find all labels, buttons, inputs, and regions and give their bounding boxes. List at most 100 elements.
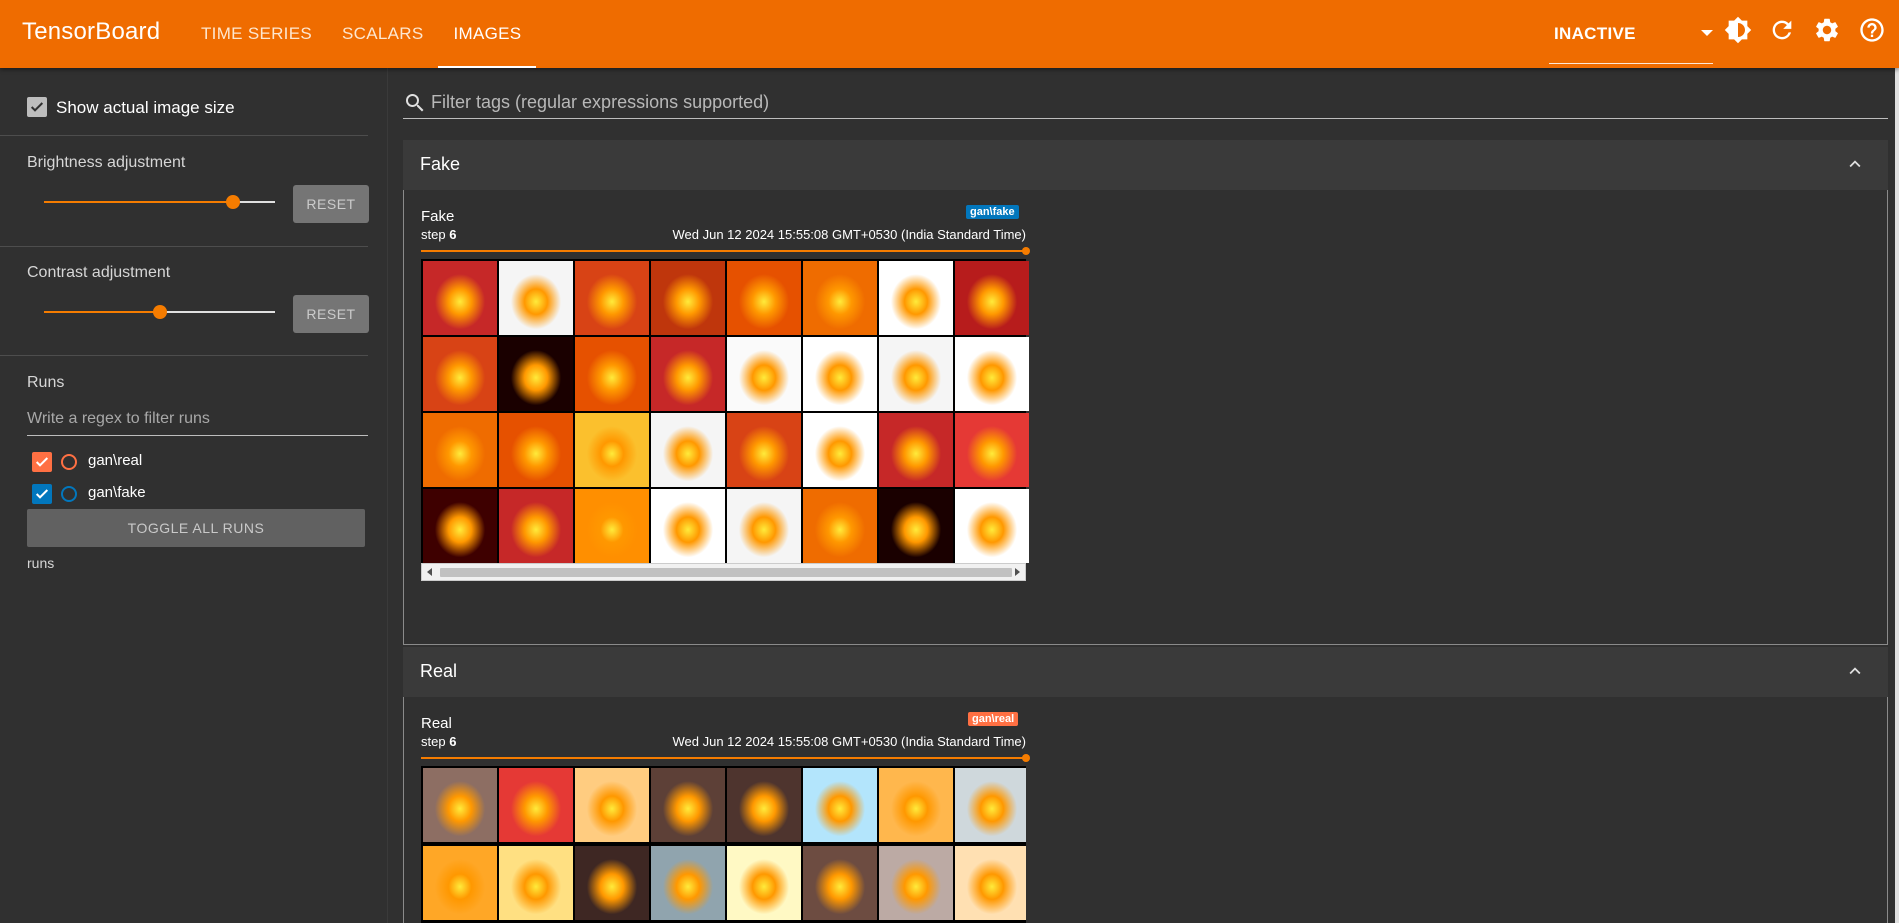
fake-image-tile (803, 413, 877, 487)
tab-images[interactable]: IMAGES (438, 0, 537, 68)
settings-gear-icon[interactable] (1813, 16, 1841, 44)
step-slider[interactable] (421, 754, 1030, 762)
fake-image-tile (803, 337, 877, 411)
image-grid-real (421, 766, 1026, 923)
top-app-bar: TensorBoard TIME SERIES SCALARS IMAGES I… (0, 0, 1899, 68)
fake-image-tile (499, 413, 573, 487)
step-label: step (421, 227, 446, 242)
runs-regex-filter-input[interactable]: Write a regex to filter runs (27, 402, 368, 436)
tab-time-series[interactable]: TIME SERIES (186, 0, 327, 68)
contrast-label: Contrast adjustment (27, 264, 171, 281)
fake-image-tile (575, 489, 649, 563)
real-image-tile (879, 768, 953, 842)
slider-thumb[interactable] (152, 305, 167, 319)
runs-footer: runs (27, 555, 55, 571)
real-image-tile (651, 845, 725, 920)
group-header-real[interactable]: Real (403, 647, 1888, 697)
page-scrollbar[interactable] (1895, 68, 1899, 923)
fake-image-tile (575, 337, 649, 411)
fake-image-tile (423, 489, 497, 563)
step-label: step (421, 734, 446, 749)
contrast-slider[interactable] (44, 302, 275, 322)
fake-image-tile (727, 413, 801, 487)
step-slider-track (421, 757, 1026, 759)
contrast-reset-button[interactable]: RESET (293, 295, 369, 333)
fake-image-tile (879, 413, 953, 487)
tag-filter-placeholder: Filter tags (regular expressions support… (431, 92, 770, 112)
scroll-left-icon[interactable] (427, 568, 432, 576)
image-grid-fake (421, 259, 1029, 565)
real-image-tile (955, 768, 1026, 842)
divider (0, 246, 368, 247)
fake-image-tile (651, 489, 725, 563)
sidebar: Show actual image size Brightness adjust… (0, 68, 388, 923)
run-color-swatch-gan-real[interactable] (61, 454, 77, 470)
chevron-up-icon[interactable] (1844, 660, 1866, 682)
slider-fill (44, 201, 234, 203)
show-actual-size-checkbox[interactable] (27, 97, 47, 117)
help-icon[interactable] (1858, 16, 1886, 44)
brightness-slider[interactable] (44, 192, 275, 212)
divider (0, 355, 368, 356)
real-image-tile (423, 845, 497, 920)
tab-scalars[interactable]: SCALARS (327, 0, 438, 68)
run-color-swatch-gan-fake[interactable] (61, 486, 77, 502)
tag-filter-input[interactable]: Filter tags (regular expressions support… (403, 88, 1888, 119)
real-image-tile (575, 845, 649, 920)
fake-image-tile (575, 413, 649, 487)
scroll-thumb[interactable] (440, 568, 1012, 577)
fake-image-tile (879, 337, 953, 411)
real-image-tile (727, 768, 801, 842)
real-image-tile (499, 845, 573, 920)
group-title: Real (420, 661, 458, 681)
runs-title: Runs (27, 374, 65, 391)
horizontal-scrollbar[interactable] (421, 563, 1026, 581)
scroll-right-icon[interactable] (1015, 568, 1020, 576)
card-title: Fake (421, 208, 455, 225)
theme-toggle-icon[interactable] (1724, 16, 1752, 44)
brightness-reset-button[interactable]: RESET (293, 185, 369, 223)
fake-image-tile (499, 261, 573, 335)
fake-image-tile (499, 489, 573, 563)
fake-image-tile (575, 261, 649, 335)
step-value: 6 (449, 227, 457, 242)
step-slider[interactable] (421, 247, 1030, 255)
real-image-tile (575, 768, 649, 842)
search-icon (406, 94, 424, 112)
real-image-tile (499, 768, 573, 842)
slider-thumb[interactable] (226, 195, 241, 209)
plugin-tabs: TIME SERIES SCALARS IMAGES (186, 0, 537, 68)
run-checkbox-gan-real[interactable] (32, 452, 52, 472)
run-badge: gan\real (968, 712, 1019, 726)
real-image-tile (727, 845, 801, 920)
step-slider-thumb[interactable] (1022, 247, 1030, 255)
card-timestamp: Wed Jun 12 2024 15:55:08 GMT+0530 (India… (672, 734, 1026, 749)
fake-image-tile (803, 261, 877, 335)
real-image-tile (803, 845, 877, 920)
card-timestamp: Wed Jun 12 2024 15:55:08 GMT+0530 (India… (672, 227, 1026, 242)
real-image-tile (955, 845, 1026, 920)
reload-icon[interactable] (1768, 16, 1796, 44)
chevron-up-icon[interactable] (1844, 153, 1866, 175)
toggle-all-runs-button[interactable]: TOGGLE ALL RUNS (27, 509, 365, 547)
fake-image-tile (499, 337, 573, 411)
inactive-plugins-select[interactable]: INACTIVE (1549, 12, 1713, 64)
fake-image-tile (955, 261, 1029, 335)
inactive-select-label: INACTIVE (1554, 24, 1636, 43)
run-checkbox-gan-fake[interactable] (32, 484, 52, 504)
step-value: 6 (449, 734, 457, 749)
group-header-fake[interactable]: Fake (403, 140, 1888, 190)
step-slider-thumb[interactable] (1022, 754, 1030, 762)
fake-image-tile (423, 337, 497, 411)
fake-image-tile (727, 489, 801, 563)
fake-image-tile (727, 337, 801, 411)
fake-image-tile (651, 337, 725, 411)
card-step: step 6 (421, 227, 456, 242)
fake-image-tile (651, 413, 725, 487)
card-step: step 6 (421, 734, 456, 749)
fake-image-tile (423, 261, 497, 335)
chevron-down-icon (1701, 30, 1713, 36)
app-title: TensorBoard (22, 18, 161, 45)
fake-image-tile (955, 413, 1029, 487)
real-image-tile (803, 768, 877, 842)
